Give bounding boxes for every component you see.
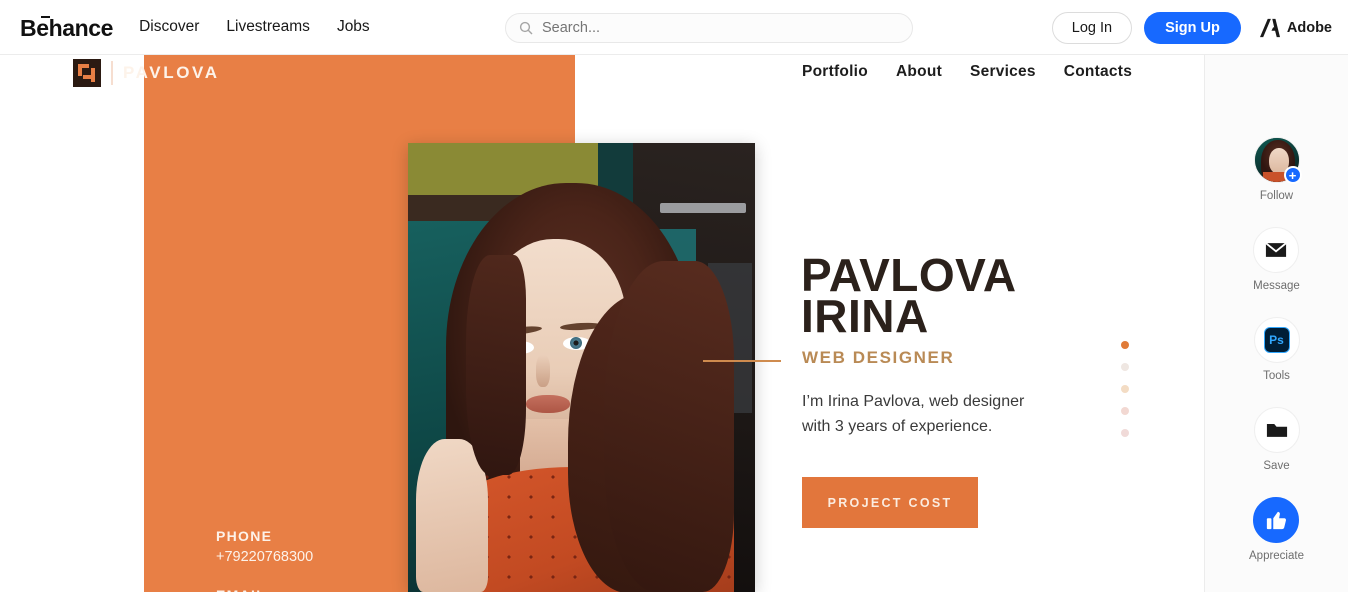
brand-divider — [111, 61, 113, 85]
phone-value: +79220768300 — [216, 549, 314, 565]
sign-up-button[interactable]: Sign Up — [1144, 11, 1241, 44]
monogram-logo-icon — [73, 59, 101, 87]
hero-rule — [703, 360, 781, 362]
phone-label: PHONE — [216, 528, 273, 544]
hero-title-line2: IRINA — [801, 290, 929, 342]
adobe-logo-icon — [1259, 18, 1280, 37]
rail-item-follow[interactable]: + Follow — [1253, 137, 1302, 202]
rail-label-follow: Follow — [1259, 190, 1294, 202]
avatar[interactable]: + — [1253, 137, 1302, 184]
portfolio-nav-portfolio[interactable]: Portfolio — [802, 63, 868, 81]
brand-name: PAVLOVA — [123, 63, 220, 82]
email-label: EMAIL — [216, 587, 313, 592]
search-icon — [519, 21, 533, 35]
rail-item-save[interactable]: Save — [1253, 407, 1300, 472]
search-input[interactable] — [542, 20, 900, 36]
carousel-dots — [1121, 341, 1129, 451]
behance-logo-macron — [40, 15, 50, 18]
search-bar[interactable] — [505, 13, 913, 43]
portfolio-nav-about[interactable]: About — [896, 63, 942, 81]
carousel-dot[interactable] — [1121, 429, 1129, 437]
nav-item-jobs[interactable]: Jobs — [337, 18, 370, 36]
rail-label-appreciate: Appreciate — [1249, 550, 1304, 562]
carousel-dot[interactable] — [1121, 407, 1129, 415]
hero-portrait-photo — [408, 143, 755, 592]
behance-logo[interactable]: Behance — [20, 15, 113, 40]
portfolio-brand[interactable]: PAVLOVA — [73, 59, 220, 87]
rail-label-save: Save — [1263, 460, 1290, 472]
project-cost-button[interactable]: PROJECT COST — [802, 477, 978, 528]
rail-label-tools: Tools — [1263, 370, 1290, 382]
message-button[interactable] — [1253, 227, 1300, 273]
carousel-dot[interactable] — [1121, 385, 1129, 393]
carousel-dot[interactable] — [1121, 363, 1129, 371]
adobe-brand[interactable]: Adobe — [1259, 18, 1332, 38]
portfolio-nav-services[interactable]: Services — [970, 63, 1036, 81]
behance-project-page: Behance Discover Livestreams Jobs Log In… — [0, 0, 1348, 592]
site-header: Behance Discover Livestreams Jobs Log In… — [0, 0, 1348, 55]
hero-title: PAVLOVA IRINA — [801, 252, 1131, 342]
photoshop-icon: Ps — [1263, 327, 1290, 353]
carousel-dot[interactable] — [1121, 341, 1129, 349]
tools-button[interactable]: Ps — [1253, 317, 1300, 363]
hero-role: WEB DESIGNER — [802, 348, 955, 367]
primary-nav: Discover Livestreams Jobs — [139, 18, 370, 36]
portfolio-nav: Portfolio About Services Contacts — [802, 63, 1132, 81]
header-actions: Log In Sign Up Adobe — [1051, 0, 1332, 55]
adobe-label: Adobe — [1286, 19, 1332, 36]
follow-plus-badge-icon[interactable]: + — [1283, 166, 1302, 184]
rail-label-message: Message — [1253, 280, 1300, 292]
rail-item-appreciate[interactable]: Appreciate — [1249, 497, 1304, 562]
action-rail: + Follow Message Ps Tools Save Appreciat… — [1204, 55, 1348, 592]
hero-description: I’m Irina Pavlova, web designer with 3 y… — [802, 393, 1025, 435]
appreciate-button[interactable] — [1253, 497, 1300, 543]
project-canvas: PAVLOVA Portfolio About Services Contact… — [0, 55, 1204, 592]
rail-item-message[interactable]: Message — [1253, 227, 1300, 292]
nav-item-discover[interactable]: Discover — [139, 18, 199, 36]
log-in-button[interactable]: Log In — [1051, 11, 1133, 44]
folder-icon — [1266, 424, 1287, 437]
portfolio-nav-contacts[interactable]: Contacts — [1064, 63, 1132, 81]
envelope-icon — [1265, 242, 1288, 257]
save-button[interactable] — [1253, 407, 1300, 453]
contact-block: PHONE +79220768300 EMAIL — [216, 528, 313, 592]
thumbs-up-icon — [1267, 511, 1287, 529]
rail-item-tools[interactable]: Ps Tools — [1253, 317, 1300, 382]
nav-item-livestreams[interactable]: Livestreams — [226, 18, 310, 36]
